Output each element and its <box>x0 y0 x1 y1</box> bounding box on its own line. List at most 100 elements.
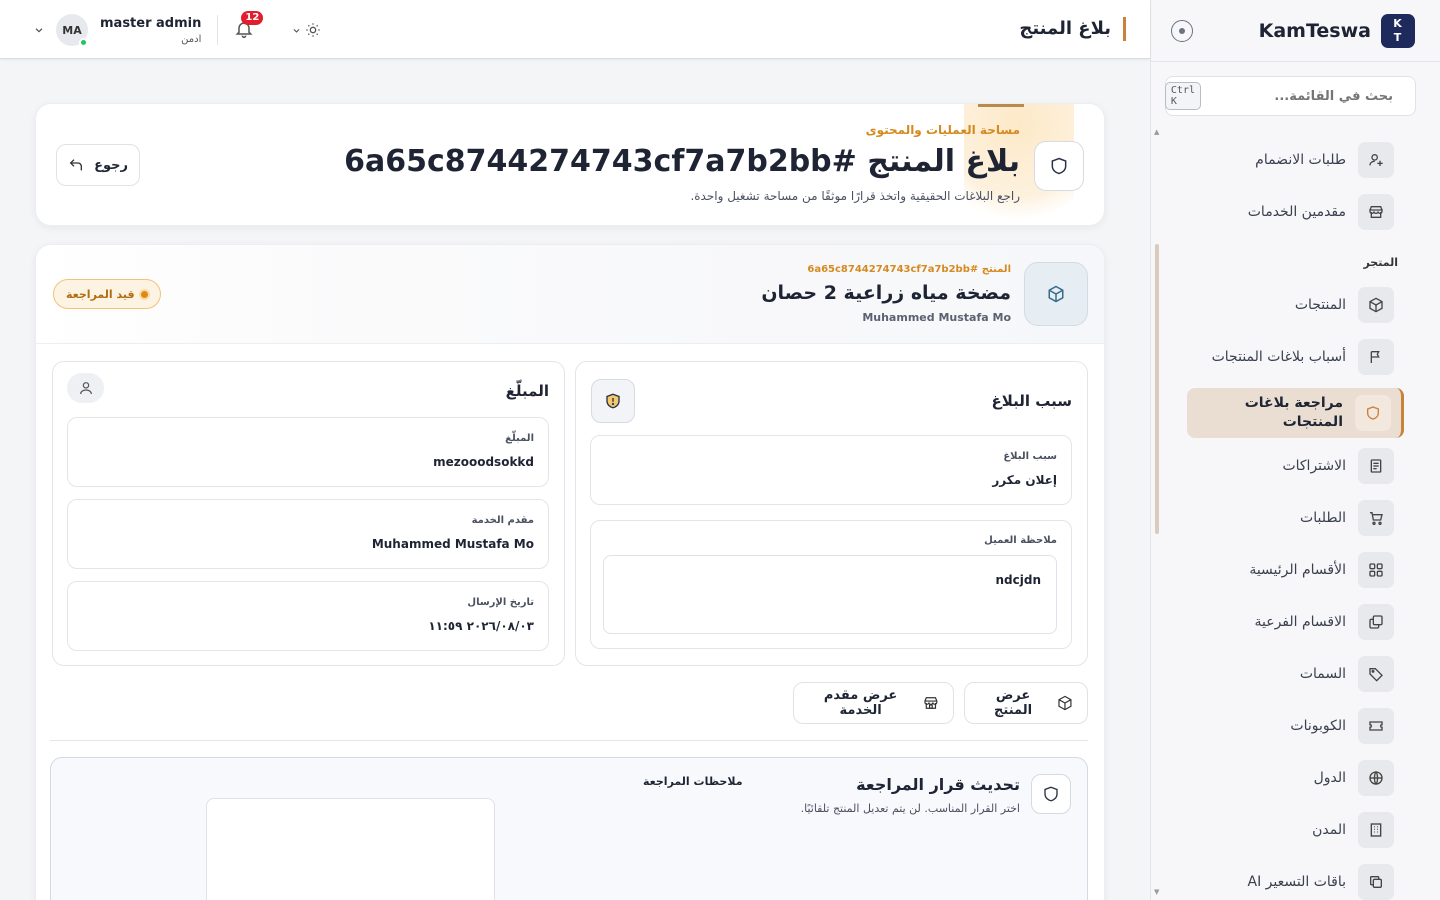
reason-shield-icon <box>591 379 635 423</box>
provider-field: مقدم الخدمة Muhammed Mustafa Mo <box>67 499 549 569</box>
report-reason-panel: سبب البلاغ سبب البلاغ إعلان مكرر ملاحظة … <box>575 361 1088 666</box>
reason-panel-title: سبب البلاغ <box>991 392 1072 410</box>
shield-icon <box>1355 395 1391 431</box>
store-icon <box>924 697 938 709</box>
sidebar-item-cities[interactable]: المدن <box>1187 806 1404 854</box>
sidebar-item-main-categories[interactable]: الأقسام الرئيسية <box>1187 546 1404 594</box>
user-name: master admin <box>100 15 202 31</box>
ticket-icon <box>1358 708 1394 744</box>
sidebar-pin-toggle-icon[interactable] <box>1171 19 1193 42</box>
reporter-value: mezooodsokkd <box>433 455 534 469</box>
sidebar-search-input[interactable] <box>1211 88 1393 104</box>
search-shortcut-hint: Ctrl K <box>1164 82 1201 110</box>
view-product-button[interactable]: عرض المنتج <box>964 682 1088 724</box>
decision-title: تحديث قرار المراجعة <box>856 775 1020 794</box>
user-menu-chevron-down-icon[interactable] <box>34 25 44 35</box>
scroll-up-arrow-icon[interactable]: ▲ <box>1154 128 1159 136</box>
reason-field: سبب البلاغ إعلان مكرر <box>590 435 1072 505</box>
reporter-panel-title: المبلّغ <box>505 382 549 400</box>
notifications-button[interactable]: 12 <box>234 11 264 41</box>
sidebar-item-ai-pricing[interactable]: باقات التسعير AI <box>1187 858 1404 900</box>
sidebar-search: Ctrl K <box>1164 76 1416 116</box>
sidebar-item-coupons[interactable]: الكوبونات <box>1187 702 1404 750</box>
provider-value: Muhammed Mustafa Mo <box>371 537 534 551</box>
sidebar-section-store: المتجر <box>1363 256 1398 269</box>
sidebar-item-attributes[interactable]: السمات <box>1187 650 1404 698</box>
view-provider-button[interactable]: عرض مقدم الخدمة <box>793 682 954 724</box>
layers-icon <box>1358 604 1394 640</box>
copy-icon <box>1358 864 1394 900</box>
product-owner: Muhammed Mustafa Mo <box>862 311 1011 324</box>
review-decision-section: تحديث قرار المراجعة اختر القرار المناسب.… <box>50 757 1088 900</box>
globe-icon <box>1358 760 1394 796</box>
sidebar-item-orders[interactable]: الطلبات <box>1187 494 1404 542</box>
product-box-icon <box>1024 262 1088 326</box>
notifications-badge: 12 <box>241 11 264 25</box>
tag-icon <box>1358 656 1394 692</box>
reporter-field: المبلّغ mezooodsokkd <box>67 417 549 487</box>
user-role: ادمن <box>181 33 202 45</box>
hero-title: بلاغ المنتج #6a65c8744274743cf7a7b2bb <box>344 144 1020 179</box>
product-name: مضخة مياه زراعية 2 حصان <box>761 282 1011 304</box>
status-badge: قيد المراجعة <box>53 279 161 309</box>
report-detail-card: المنتج #6a65c8744274743cf7a7b2bb مضخة مي… <box>35 244 1105 900</box>
customer-note-box: ndcjdn <box>603 555 1057 634</box>
back-button[interactable]: رجوع <box>56 144 140 186</box>
decision-shield-icon <box>1031 774 1071 814</box>
report-hero-card: مساحة العمليات والمحتوى بلاغ المنتج #6a6… <box>35 103 1105 226</box>
flag-icon <box>1358 339 1394 375</box>
page-title: بلاغ المنتج <box>1019 17 1126 41</box>
review-notes-label: ملاحظات المراجعة <box>643 775 743 788</box>
product-header: المنتج #6a65c8744274743cf7a7b2bb مضخة مي… <box>36 245 1104 344</box>
online-status-dot <box>79 38 88 47</box>
receipt-icon <box>1358 448 1394 484</box>
brand-name: KamTeswa <box>1258 19 1371 42</box>
sidebar-item-report-review[interactable]: مراجعة بلاغات المنتجات <box>1187 388 1404 438</box>
decision-subtitle: اختر القرار المناسب. لن يتم تعديل المنتج… <box>800 802 1020 815</box>
sidebar-item-join-requests[interactable]: طلبات الانضمام <box>1187 136 1404 184</box>
hero-subtitle: راجع البلاغات الحقيقية واتخذ قرارًا موثق… <box>690 189 1020 203</box>
review-notes-input[interactable] <box>206 798 495 900</box>
sidebar-item-countries[interactable]: الدول <box>1187 754 1404 802</box>
sidebar-item-sub-categories[interactable]: الاقسام الفرعية <box>1187 598 1404 646</box>
store-icon <box>1358 194 1394 230</box>
user-plus-icon <box>1358 142 1394 178</box>
customer-note-value: ndcjdn <box>995 573 1042 587</box>
app-logo[interactable]: K T <box>1381 13 1415 48</box>
hero-kicker: مساحة العمليات والمحتوى <box>865 123 1020 137</box>
sun-icon <box>306 23 321 37</box>
hero-shield-icon <box>1034 141 1084 191</box>
reporter-panel: المبلّغ المبلّغ mezooodsokkd مقدم الخدمة… <box>52 361 565 666</box>
status-dot <box>140 290 148 298</box>
sidebar-item-products[interactable]: المنتجات <box>1187 281 1404 329</box>
cart-icon <box>1358 500 1394 536</box>
hero-accent-bar <box>978 104 1024 107</box>
user-area: MA master admin ادمن 12 <box>34 10 321 50</box>
avatar[interactable]: MA <box>56 14 88 47</box>
sidebar-item-subscriptions[interactable]: الاشتراكات <box>1187 442 1404 490</box>
reason-value: إعلان مكرر <box>992 473 1057 487</box>
topbar-divider <box>217 15 219 45</box>
topbar: بلاغ المنتج MA master admin ادمن 12 <box>0 0 1150 59</box>
sidebar-item-providers[interactable]: مقدمين الخدمات <box>1187 188 1404 236</box>
user-info[interactable]: master admin ادمن <box>100 16 201 45</box>
building-icon <box>1358 812 1394 848</box>
grid-icon <box>1358 552 1394 588</box>
theme-toggle[interactable] <box>292 22 321 38</box>
submitted-date-value: ٢٠٢٦/٠٨/٠٣ ١١:٥٩ <box>428 619 534 633</box>
chevron-down-icon <box>293 28 300 33</box>
sidebar-header: K T KamTeswa <box>1151 0 1440 62</box>
customer-note-field: ملاحظة العميل ndcjdn <box>590 520 1072 649</box>
product-id: المنتج #6a65c8744274743cf7a7b2bb <box>807 264 1011 275</box>
box-icon <box>1058 695 1072 711</box>
section-divider <box>50 740 1088 741</box>
reply-arrow-icon <box>69 159 83 171</box>
sidebar: K T KamTeswa Ctrl K ▲ ▼ طلبات الانضمام م… <box>1150 0 1440 900</box>
submitted-date-field: تاريخ الإرسال ٢٠٢٦/٠٨/٠٣ ١١:٥٩ <box>67 581 549 651</box>
sidebar-scrollbar-thumb[interactable] <box>1155 244 1159 534</box>
scroll-down-arrow-icon[interactable]: ▼ <box>1154 888 1159 896</box>
sidebar-item-report-reasons[interactable]: أسباب بلاغات المنتجات <box>1187 333 1404 381</box>
box-icon <box>1358 287 1394 323</box>
user-icon <box>67 373 104 403</box>
